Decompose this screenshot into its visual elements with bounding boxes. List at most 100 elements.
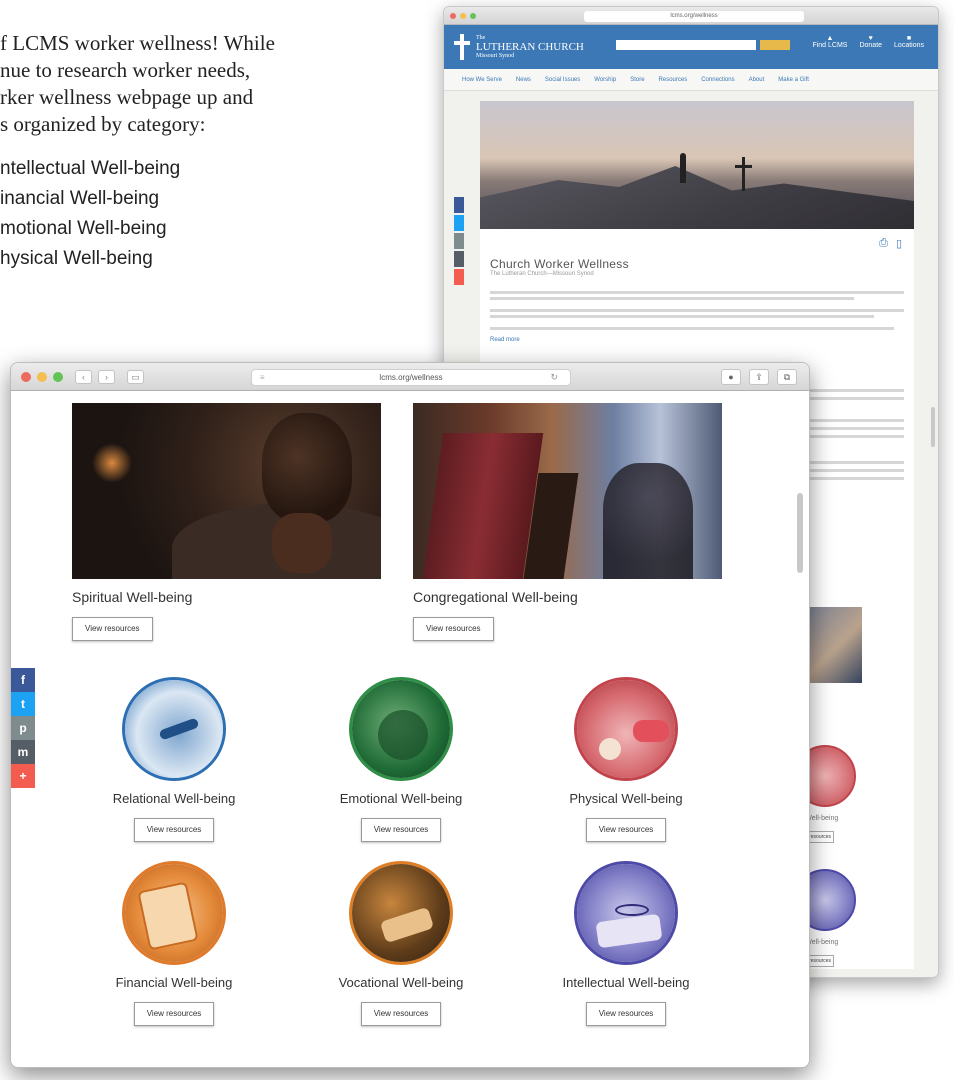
close-window-button[interactable]: [21, 371, 31, 382]
page-tools: ⎙ ▯: [879, 237, 902, 250]
article-line: nue to research worker needs,: [0, 58, 251, 82]
facebook-icon[interactable]: [454, 197, 464, 213]
view-resources-button[interactable]: View resources: [585, 818, 667, 842]
back-scrollbar[interactable]: [931, 407, 935, 447]
article-line: rker wellness webpage up and: [0, 85, 254, 109]
card-title: Congregational Well-being: [413, 589, 578, 605]
view-resources-button[interactable]: View resources: [133, 818, 215, 842]
article-line: f LCMS worker wellness! While: [0, 31, 275, 55]
text-line: [810, 427, 904, 430]
toolbar-right: ● ⇪ ⧉: [721, 369, 797, 385]
map-icon: ■: [906, 35, 912, 42]
twitter-icon[interactable]: t: [11, 692, 35, 716]
nav-item[interactable]: Store: [630, 77, 644, 83]
vocational-image[interactable]: [349, 861, 453, 965]
text-line: [490, 327, 894, 330]
card-vocational: Vocational Well-being View resources: [301, 861, 501, 1026]
share-icon[interactable]: ⇪: [749, 369, 769, 385]
person-silhouette: [680, 153, 686, 183]
minimize-window-button[interactable]: [460, 12, 466, 19]
category-item: inancial Well-being: [0, 188, 160, 209]
nav-item[interactable]: Worship: [594, 77, 616, 83]
locations-link[interactable]: ■ Locations: [894, 35, 924, 49]
scrollbar[interactable]: [797, 493, 803, 573]
minimize-window-button[interactable]: [37, 371, 47, 382]
category-item: hysical Well-being: [0, 248, 153, 269]
mountain-shape: [480, 166, 914, 229]
hero-image-mountain-cross: [480, 101, 914, 229]
share-bar: f t p m +: [11, 668, 35, 788]
back-icon[interactable]: ‹: [75, 369, 92, 384]
mail-icon[interactable]: m: [11, 740, 35, 764]
plus-icon[interactable]: +: [11, 764, 35, 788]
financial-image[interactable]: [122, 861, 226, 965]
text-line: [810, 389, 904, 392]
zoom-window-button[interactable]: [470, 12, 476, 19]
page-title: Church Worker Wellness: [490, 257, 629, 271]
print-icon[interactable]: ⎙: [879, 237, 888, 250]
sidebar-icon[interactable]: ▭: [127, 369, 144, 384]
figure-head: [262, 413, 352, 523]
intellectual-image[interactable]: [574, 861, 678, 965]
mail-icon[interactable]: [454, 251, 464, 267]
twitter-icon[interactable]: [454, 215, 464, 231]
pinterest-icon[interactable]: p: [11, 716, 35, 740]
physical-image[interactable]: [574, 677, 678, 781]
nav-item[interactable]: Social Issues: [545, 77, 580, 83]
summit-cross: [735, 157, 752, 191]
card-title: Relational Well-being: [112, 791, 236, 806]
text-line: [490, 309, 904, 312]
back-url-bar[interactable]: lcms.org/wellness: [584, 11, 804, 22]
plus-icon[interactable]: [454, 269, 464, 285]
lcms-logo[interactable]: The LUTHERAN CHURCH Missouri Synod: [454, 34, 584, 60]
congregational-photo[interactable]: [413, 403, 722, 579]
close-window-button[interactable]: [450, 12, 456, 19]
url-bar[interactable]: ≡ lcms.org/wellness ↻: [251, 369, 571, 386]
text-line: [490, 297, 854, 300]
nav-item[interactable]: About: [749, 77, 765, 83]
site-search-button[interactable]: [760, 40, 790, 50]
nav-item[interactable]: Make a Gift: [778, 77, 809, 83]
donate-link[interactable]: ♥ Donate: [859, 35, 882, 49]
extension-icon[interactable]: ●: [721, 369, 741, 385]
site-search-input[interactable]: [616, 40, 756, 50]
site-header: The LUTHERAN CHURCH Missouri Synod ▲ Find…: [444, 25, 938, 69]
card-title: Physical Well-being: [569, 791, 683, 806]
nav-item[interactable]: How We Serve: [462, 77, 502, 83]
view-resources-button[interactable]: View resources: [413, 617, 494, 641]
card-title: Vocational Well-being: [338, 975, 464, 990]
nav-item[interactable]: Connections: [701, 77, 734, 83]
card-financial: Financial Well-being View resources: [74, 861, 274, 1026]
back-window-toolbar: lcms.org/wellness: [444, 7, 938, 25]
reload-icon[interactable]: ↻: [550, 370, 558, 385]
category-item: motional Well-being: [0, 218, 167, 239]
view-resources-button[interactable]: View resources: [585, 1002, 667, 1026]
zoom-window-button[interactable]: [53, 371, 63, 382]
reader-icon[interactable]: ≡: [260, 370, 265, 385]
emotional-image[interactable]: [349, 677, 453, 781]
nav-item[interactable]: News: [516, 77, 531, 83]
cross-logo-icon: [454, 34, 470, 60]
pinterest-icon[interactable]: [454, 233, 464, 249]
facebook-icon[interactable]: f: [11, 668, 35, 692]
view-resources-button[interactable]: View resources: [360, 1002, 442, 1026]
text-line: [810, 419, 904, 422]
find-lcms-link[interactable]: ▲ Find LCMS: [812, 35, 847, 49]
card-intellectual: Intellectual Well-being View resources: [526, 861, 726, 1026]
forward-icon[interactable]: ›: [98, 369, 115, 384]
text-line: [810, 435, 904, 438]
relational-image[interactable]: [122, 677, 226, 781]
text-line: [490, 315, 874, 318]
nav-item[interactable]: Resources: [659, 77, 688, 83]
view-resources-button[interactable]: View resources: [360, 818, 442, 842]
person-icon: ▲: [826, 35, 834, 42]
pdf-icon[interactable]: ▯: [896, 237, 902, 250]
tabs-icon[interactable]: ⧉: [777, 369, 797, 385]
page-subtitle: The Lutheran Church—Missouri Synod: [490, 271, 594, 277]
read-more-link[interactable]: Read more: [490, 337, 520, 343]
spiritual-photo[interactable]: [72, 403, 381, 579]
view-resources-button[interactable]: View resources: [133, 1002, 215, 1026]
text-line: [810, 397, 904, 400]
view-resources-button[interactable]: View resources: [72, 617, 153, 641]
logo-subtitle: Missouri Synod: [476, 53, 515, 59]
